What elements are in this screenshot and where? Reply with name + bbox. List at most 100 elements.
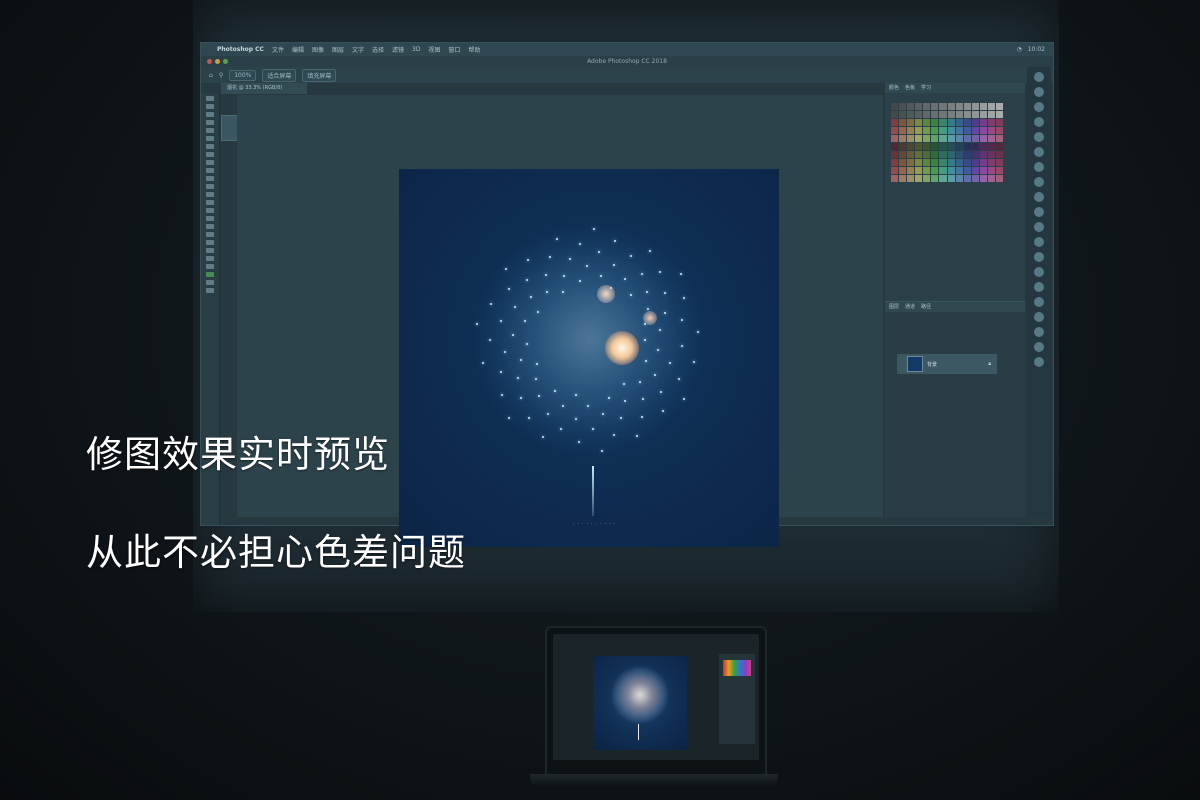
swatch-grid[interactable] [891,103,1003,182]
blur-tool-icon[interactable] [206,200,214,205]
swatch[interactable] [995,111,1003,118]
tab-color[interactable]: 颜色 [889,83,899,93]
swatch[interactable] [923,111,931,118]
swatch[interactable] [979,151,987,158]
crop-tool-icon[interactable] [206,128,214,133]
swatch[interactable] [947,159,955,166]
lightroom-icon[interactable] [1034,192,1044,202]
swatch[interactable] [971,159,979,166]
swatch[interactable] [907,151,915,158]
tab-channels[interactable]: 通道 [905,302,915,312]
swatch[interactable] [939,119,947,126]
photos-icon[interactable] [1034,147,1044,157]
minimize-icon[interactable] [215,59,220,64]
eyedropper-tool-icon[interactable] [206,144,214,149]
swatch[interactable] [955,111,963,118]
swatch[interactable] [891,127,899,134]
safari-icon[interactable] [1034,102,1044,112]
swatch[interactable] [987,127,995,134]
swatch[interactable] [955,103,963,110]
tab-swatches[interactable]: 色板 [905,83,915,93]
swatch[interactable] [915,127,923,134]
swatch[interactable] [971,175,979,182]
swatch[interactable] [995,103,1003,110]
swatch[interactable] [963,135,971,142]
swatch[interactable] [987,143,995,150]
frame-tool-icon[interactable] [206,136,214,141]
swatch[interactable] [995,175,1003,182]
swatch[interactable] [947,151,955,158]
swatch[interactable] [891,175,899,182]
swatch[interactable] [947,135,955,142]
hand-tool-icon[interactable] [206,248,214,253]
swatch[interactable] [931,143,939,150]
swatch[interactable] [939,143,947,150]
swatch[interactable] [939,167,947,174]
document-tab[interactable]: 烟花 @ 33.3% (RGB/8) [221,83,307,94]
swatch[interactable] [971,103,979,110]
menu-layer[interactable]: 图层 [332,45,344,54]
swatch[interactable] [987,111,995,118]
swatch[interactable] [947,127,955,134]
swatch[interactable] [907,143,915,150]
swatch[interactable] [995,167,1003,174]
swatch[interactable] [963,175,971,182]
swatch[interactable] [939,111,947,118]
trash-icon[interactable] [1034,357,1044,367]
swatch[interactable] [947,175,955,182]
more-tools-icon[interactable] [206,264,214,269]
swatch[interactable] [907,167,915,174]
swatch[interactable] [979,175,987,182]
swatch[interactable] [939,135,947,142]
swatch[interactable] [907,135,915,142]
swatch[interactable] [899,119,907,126]
swatch[interactable] [995,159,1003,166]
swatch[interactable] [963,151,971,158]
swatch[interactable] [987,103,995,110]
brush-tool-icon[interactable] [206,160,214,165]
swatch[interactable] [923,119,931,126]
eraser-tool-icon[interactable] [206,184,214,189]
swatch[interactable] [947,119,955,126]
swatch[interactable] [891,159,899,166]
swatch[interactable] [979,135,987,142]
chrome-icon[interactable] [1034,162,1044,172]
swatch[interactable] [971,143,979,150]
swatch[interactable] [995,143,1003,150]
swatch[interactable] [947,111,955,118]
swatch[interactable] [907,175,915,182]
quick-mask-icon[interactable] [206,280,214,285]
swatch[interactable] [923,167,931,174]
swatch[interactable] [899,151,907,158]
menu-view[interactable]: 视图 [428,45,440,54]
swatch[interactable] [931,111,939,118]
swatch[interactable] [995,151,1003,158]
status-clock[interactable]: 10:02 [1028,46,1045,53]
swatch[interactable] [987,135,995,142]
swatch[interactable] [971,167,979,174]
swatch[interactable] [995,135,1003,142]
swatch[interactable] [947,103,955,110]
swatch[interactable] [923,175,931,182]
swatch[interactable] [939,159,947,166]
tab-layers[interactable]: 图层 [889,302,899,312]
swatch[interactable] [923,103,931,110]
app-icon[interactable] [1034,252,1044,262]
swatch[interactable] [931,159,939,166]
marquee-tool-icon[interactable] [206,104,214,109]
swatch[interactable] [963,143,971,150]
menu-window[interactable]: 窗口 [449,45,461,54]
swatch[interactable] [899,135,907,142]
swatch[interactable] [907,127,915,134]
swatch[interactable] [963,119,971,126]
swatch[interactable] [939,127,947,134]
foreground-color-swatch[interactable] [206,272,214,277]
calendar-icon[interactable] [1034,132,1044,142]
swatch[interactable] [899,111,907,118]
app-icon[interactable] [1034,222,1044,232]
swatch[interactable] [891,119,899,126]
swatch[interactable] [979,111,987,118]
swatch[interactable] [931,119,939,126]
swatch[interactable] [955,119,963,126]
swatch[interactable] [963,103,971,110]
